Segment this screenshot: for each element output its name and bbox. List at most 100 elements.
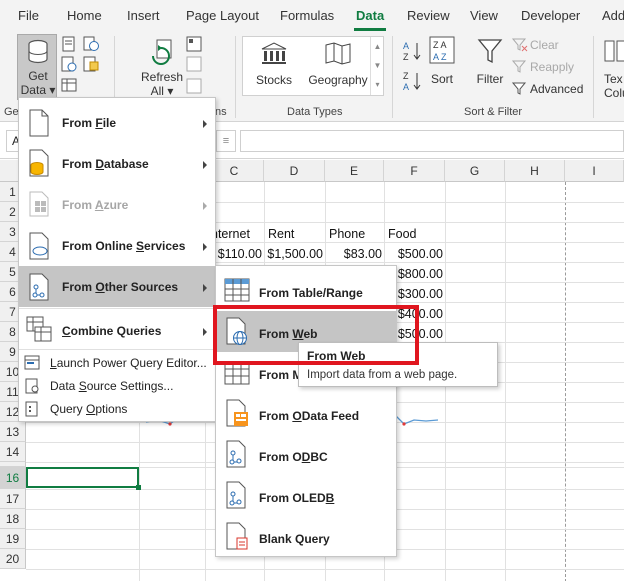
tab-developer[interactable]: Developer bbox=[521, 8, 580, 23]
stocks-label: Stocks bbox=[255, 73, 292, 87]
tab-addins[interactable]: Add bbox=[602, 8, 624, 23]
tab-view[interactable]: View bbox=[470, 8, 498, 23]
column-header-i[interactable]: I bbox=[565, 160, 624, 182]
query-options-icon bbox=[25, 401, 38, 417]
queries-connections-icon[interactable] bbox=[186, 36, 202, 52]
formula-input[interactable] bbox=[240, 130, 624, 152]
cell-header-rent[interactable]: Rent bbox=[268, 224, 294, 244]
cell-header-food[interactable]: Food bbox=[388, 224, 417, 244]
active-tab-indicator bbox=[354, 28, 386, 31]
filter-button[interactable]: Filter bbox=[472, 36, 508, 96]
row-header[interactable]: 17 bbox=[0, 489, 26, 509]
tab-page-layout[interactable]: Page Layout bbox=[186, 8, 259, 23]
fill-handle[interactable] bbox=[136, 485, 141, 490]
properties-icon[interactable] bbox=[186, 56, 202, 72]
menu-item-from-file[interactable]: From File bbox=[19, 102, 215, 143]
sort-az-icon[interactable]: AZ bbox=[402, 40, 422, 62]
submenu-arrow bbox=[203, 161, 207, 169]
clear-filter-icon bbox=[512, 38, 528, 52]
get-transform-group-label: Ge bbox=[4, 106, 19, 118]
menu-item-from-online-services[interactable]: From Online Services bbox=[19, 225, 215, 266]
cell-header-internet[interactable]: nternet bbox=[211, 224, 250, 244]
file-icon bbox=[29, 109, 49, 137]
submenu-arrow bbox=[203, 328, 207, 336]
column-header-d[interactable]: D bbox=[264, 160, 325, 182]
sort-dialog-icon: Z A A Z bbox=[429, 36, 455, 64]
cell-header-phone[interactable]: Phone bbox=[329, 224, 365, 244]
text-to-columns-button[interactable]: Tex Colu bbox=[600, 36, 624, 100]
reapply-button[interactable]: Reapply bbox=[512, 58, 582, 76]
geography-label: Geography bbox=[308, 73, 368, 87]
get-data-button[interactable]: Get Data ▾ bbox=[17, 34, 57, 100]
column-header-f[interactable]: F bbox=[384, 160, 445, 182]
from-text-icon[interactable] bbox=[61, 36, 77, 52]
row-header-selected[interactable]: 16 bbox=[0, 467, 26, 489]
sparkline bbox=[392, 412, 439, 426]
existing-connections-icon[interactable] bbox=[83, 56, 99, 72]
advanced-label: Advanced bbox=[530, 82, 584, 96]
menu-item-combine-queries[interactable]: Combine Queries bbox=[19, 310, 215, 348]
tab-file[interactable]: File bbox=[18, 8, 39, 23]
row-header[interactable]: 14 bbox=[0, 442, 26, 462]
menu-item-blank-query[interactable]: Blank Query bbox=[216, 516, 396, 557]
submenu-arrow bbox=[203, 243, 207, 251]
row-header[interactable]: 18 bbox=[0, 509, 26, 529]
menu-item-label: From OData Feed bbox=[259, 409, 360, 423]
menu-item-from-other-sources[interactable]: From Other Sources bbox=[19, 266, 215, 307]
svg-text:Z: Z bbox=[403, 52, 409, 62]
reapply-icon bbox=[512, 60, 527, 73]
cell-f4[interactable]: $500.00 bbox=[384, 244, 443, 264]
menu-item-launch-power-query-editor[interactable]: Launch Power Query Editor... bbox=[19, 352, 215, 374]
menu-item-from-odata-feed[interactable]: From OData Feed bbox=[216, 393, 396, 434]
menu-separator bbox=[19, 349, 215, 350]
selected-cell-a16[interactable] bbox=[26, 467, 139, 488]
menu-item-from-odbc[interactable]: From ODBC bbox=[216, 434, 396, 475]
from-table-small-icon[interactable] bbox=[61, 78, 77, 94]
gallery-scroll[interactable]: ▲ ▼ ▾ bbox=[370, 37, 384, 95]
database-file-icon bbox=[29, 149, 49, 177]
get-data-menu: From File From Database From Azure From … bbox=[18, 97, 216, 422]
submenu-arrow bbox=[203, 202, 207, 210]
tab-data[interactable]: Data bbox=[356, 8, 384, 23]
text-to-columns-label-1: Tex bbox=[604, 72, 623, 86]
tab-insert[interactable]: Insert bbox=[127, 8, 160, 23]
filter-label: Filter bbox=[476, 72, 504, 86]
column-header-g[interactable]: G bbox=[445, 160, 505, 182]
menu-item-data-source-settings[interactable]: Data Source Settings... bbox=[19, 375, 215, 397]
tooltip-description: Import data from a web page. bbox=[307, 369, 458, 381]
menu-item-label: Query Options bbox=[50, 402, 128, 416]
odbc-icon bbox=[226, 440, 246, 468]
row-header[interactable]: 13 bbox=[0, 422, 26, 442]
refresh-all-text: All bbox=[150, 84, 164, 98]
menu-item-query-options[interactable]: Query Options bbox=[19, 398, 215, 420]
tab-formulas[interactable]: Formulas bbox=[280, 8, 334, 23]
menu-item-label: From Other Sources bbox=[62, 280, 179, 294]
menu-item-from-database[interactable]: From Database bbox=[19, 143, 215, 184]
clear-button[interactable]: Clear bbox=[512, 36, 582, 54]
formula-bar-expand[interactable]: ≡ bbox=[216, 130, 236, 152]
row-header[interactable]: 20 bbox=[0, 549, 26, 569]
text-to-columns-label-2: Colu bbox=[604, 86, 624, 100]
menu-item-from-azure[interactable]: From Azure bbox=[19, 184, 215, 225]
cell-d4[interactable]: $1,500.00 bbox=[264, 244, 323, 264]
row-header[interactable]: 19 bbox=[0, 529, 26, 549]
geography-button[interactable]: Geography bbox=[307, 37, 369, 95]
advanced-button[interactable]: Advanced bbox=[512, 80, 586, 98]
tab-review[interactable]: Review bbox=[407, 8, 450, 23]
recent-sources-icon[interactable] bbox=[83, 36, 99, 52]
stocks-button[interactable]: Stocks bbox=[243, 37, 305, 95]
column-header-h[interactable]: H bbox=[505, 160, 565, 182]
svg-text:A: A bbox=[403, 82, 409, 92]
sort-za-icon[interactable]: ZA bbox=[402, 70, 422, 92]
column-header-e[interactable]: E bbox=[325, 160, 384, 182]
bank-icon bbox=[261, 42, 287, 64]
from-web-small-icon[interactable] bbox=[61, 56, 77, 72]
power-query-editor-icon bbox=[24, 355, 40, 370]
tab-home[interactable]: Home bbox=[67, 8, 102, 23]
refresh-all-button[interactable]: Refresh All ▾ bbox=[140, 34, 184, 100]
menu-item-from-oledb[interactable]: From OLEDB bbox=[216, 475, 396, 516]
sort-button[interactable]: Z A A Z Sort bbox=[426, 36, 458, 96]
edit-links-icon[interactable] bbox=[186, 78, 202, 94]
cell-e4[interactable]: $83.00 bbox=[325, 244, 382, 264]
sort-filter-group-label: Sort & Filter bbox=[464, 106, 523, 118]
